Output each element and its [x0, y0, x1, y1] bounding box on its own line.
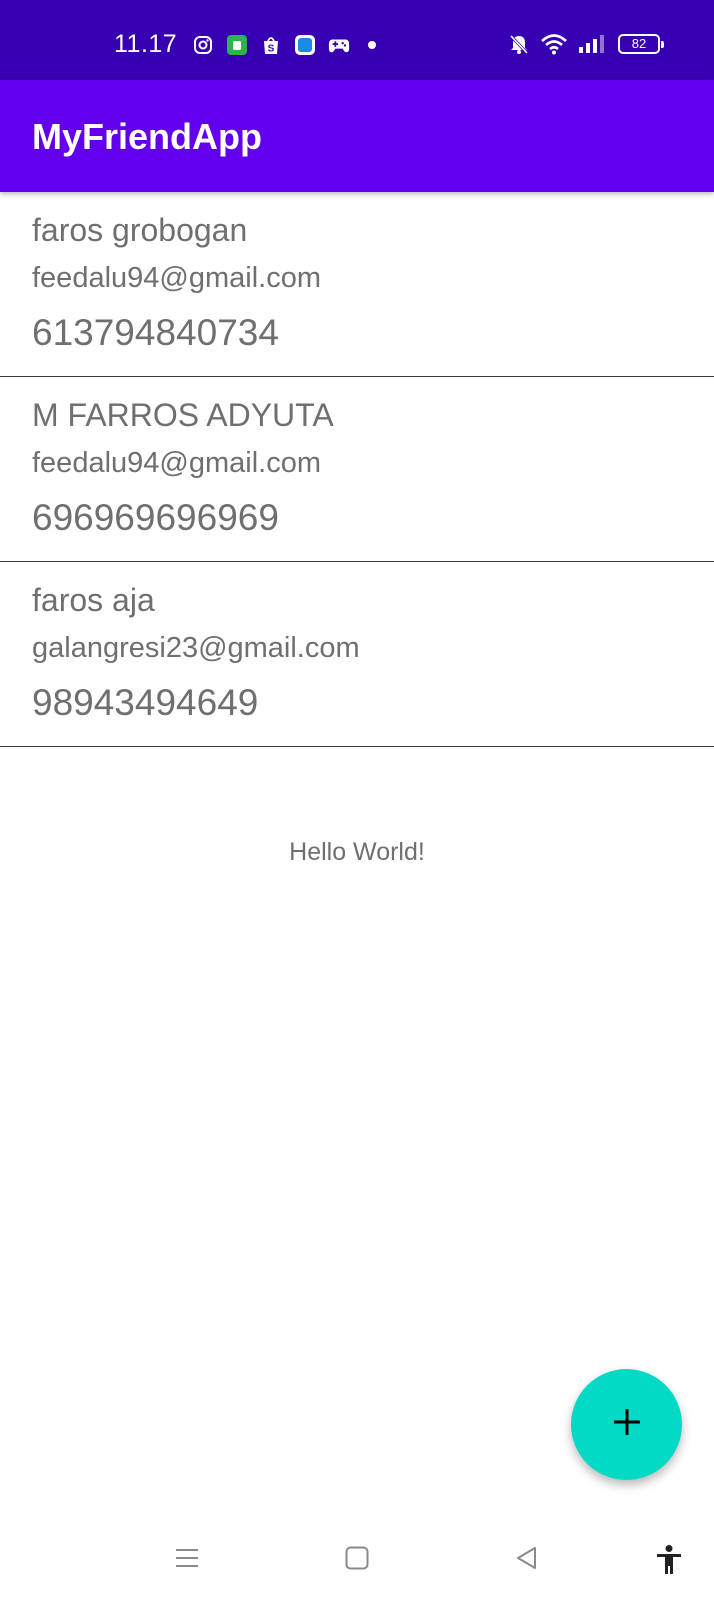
wifi-icon	[540, 33, 568, 55]
accessibility-icon[interactable]	[655, 1544, 683, 1576]
friend-email: feedalu94@gmail.com	[32, 447, 321, 479]
friend-name: faros grobogan	[32, 212, 248, 248]
status-bar: 11.17 S 82	[0, 0, 714, 80]
signal-icon	[578, 34, 606, 54]
add-friend-button[interactable]	[571, 1369, 682, 1480]
list-item[interactable]: faros grobogan feedalu94@gmail.com 61379…	[0, 192, 714, 377]
friend-list: faros grobogan feedalu94@gmail.com 61379…	[0, 192, 714, 747]
friend-name: faros aja	[32, 582, 155, 618]
notification-icons: S	[192, 33, 376, 57]
tokopedia-icon	[226, 34, 248, 56]
menu-icon[interactable]	[173, 1544, 201, 1572]
back-icon[interactable]	[513, 1544, 541, 1572]
more-notifications-dot	[368, 41, 376, 49]
plus-icon	[611, 1406, 643, 1443]
friend-phone: 98943494649	[32, 682, 259, 723]
status-time: 11.17	[114, 30, 178, 58]
gamepad-icon	[328, 34, 350, 56]
friend-email: galangresi23@gmail.com	[32, 632, 360, 664]
friend-phone: 613794840734	[32, 312, 279, 353]
list-item[interactable]: faros aja galangresi23@gmail.com 9894349…	[0, 562, 714, 747]
app-icon	[294, 34, 316, 56]
friend-phone: 696969696969	[32, 497, 279, 538]
app-title: MyFriendApp	[32, 116, 262, 157]
bell-muted-icon	[508, 33, 530, 55]
friend-email: feedalu94@gmail.com	[32, 262, 321, 294]
battery-indicator: 82	[618, 34, 664, 54]
shopee-icon: S	[260, 34, 282, 56]
list-item[interactable]: M FARROS ADYUTA feedalu94@gmail.com 6969…	[0, 377, 714, 562]
svg-text:S: S	[268, 44, 275, 55]
instagram-icon	[192, 34, 214, 56]
system-icons: 82	[498, 31, 664, 57]
home-icon[interactable]	[343, 1544, 371, 1572]
navigation-bar	[0, 1520, 714, 1599]
app-bar: MyFriendApp	[0, 80, 714, 192]
hello-world-text: Hello World!	[289, 838, 425, 866]
friend-name: M FARROS ADYUTA	[32, 397, 334, 433]
